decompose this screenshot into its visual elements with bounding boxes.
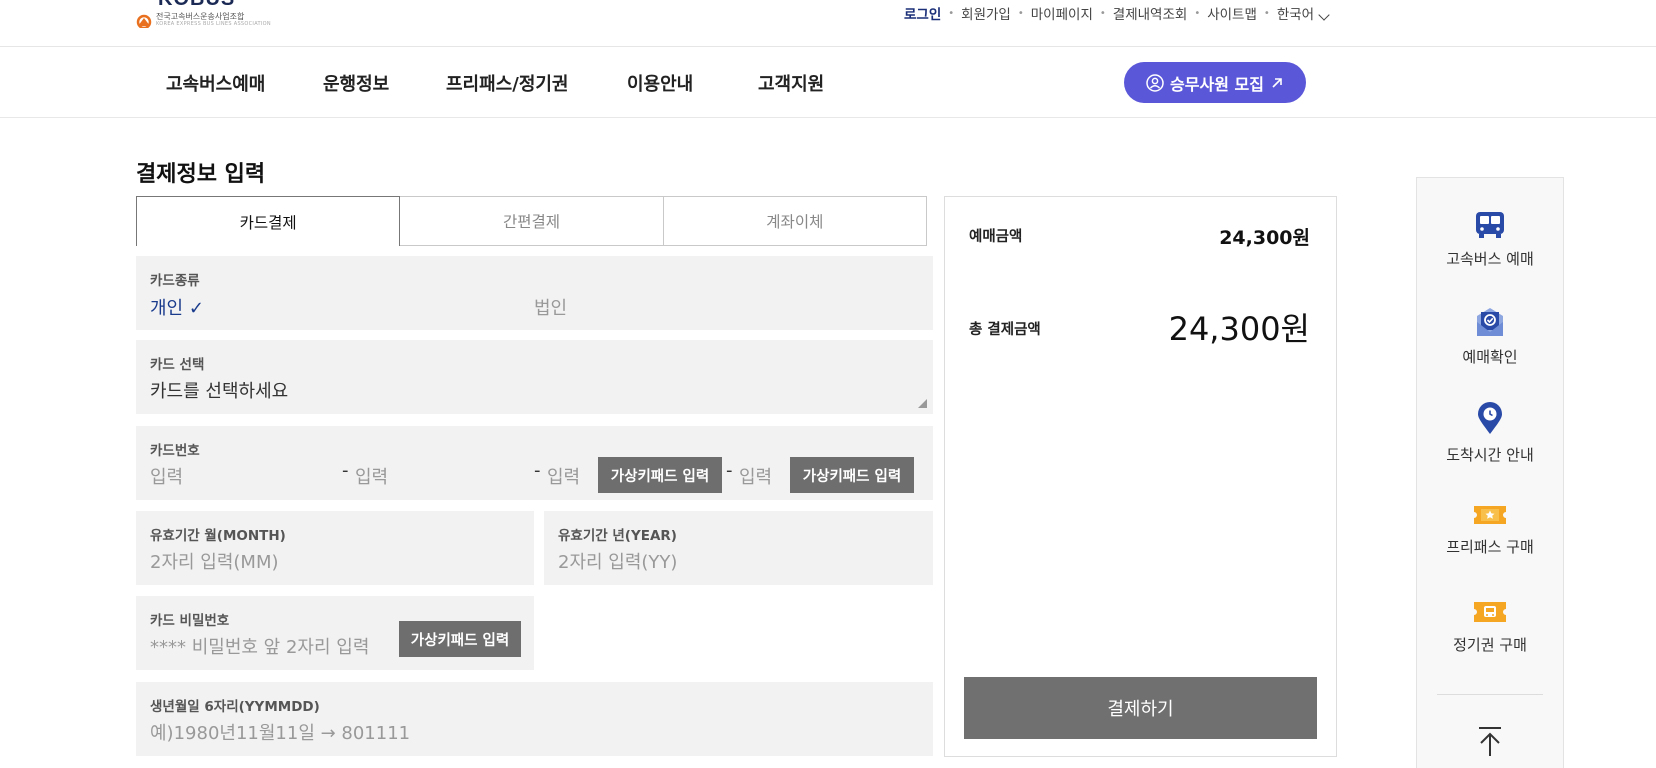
payment-history-link[interactable]: 결제내역조회 <box>1113 3 1188 23</box>
nav-item-usage-guide[interactable]: 이용안내 <box>627 70 693 96</box>
card-number-input-3[interactable]: 입력 <box>547 463 580 489</box>
birth-date-input[interactable]: 예)1980년11월11일 → 801111 <box>150 719 410 745</box>
util-separator: • <box>1194 7 1201 19</box>
page-title: 결제정보 입력 <box>136 162 266 187</box>
arrow-up-right-icon <box>1272 77 1282 88</box>
card-number-dash: - <box>534 460 541 481</box>
util-separator: • <box>1263 7 1270 19</box>
util-separator: • <box>1017 7 1024 19</box>
freepass-icon <box>1474 506 1506 524</box>
ticket-amount-label: 예매금액 <box>969 229 1023 245</box>
card-number-label: 카드번호 <box>150 443 200 459</box>
card-number-dash: - <box>342 460 349 481</box>
virtual-keypad-button-3[interactable]: 가상키패드 입력 <box>598 457 722 493</box>
language-label: 한국어 <box>1276 7 1315 23</box>
quick-menu: 고속버스 예매 예매확인 도착시간 안내 프리패스 구매 정기권 구매 <box>1416 177 1564 768</box>
personal-label: 개인 <box>150 298 184 319</box>
ticket-amount-value: 24,300원 <box>1219 227 1310 249</box>
language-selector[interactable]: 한국어 <box>1276 3 1330 23</box>
quick-label: 고속버스 예매 <box>1446 250 1534 268</box>
tab-card-payment[interactable]: 카드결제 <box>136 196 401 246</box>
sitemap-link[interactable]: 사이트맵 <box>1207 3 1257 23</box>
quick-label: 예매확인 <box>1462 348 1518 366</box>
quick-label: 프리패스 구매 <box>1446 538 1534 556</box>
card-number-input-2[interactable]: 입력 <box>355 463 388 489</box>
payment-method-tabs: 카드결제 간편결제 계좌이체 <box>136 196 927 246</box>
nav-item-freepass[interactable]: 프리패스/정기권 <box>446 70 569 96</box>
pay-button[interactable]: 결제하기 <box>964 677 1317 739</box>
main-nav: 고속버스예매 운행정보 프리패스/정기권 이용안내 고객지원 승무사원 모집 <box>0 47 1656 118</box>
card-type-personal-option[interactable]: 개인 ✓ <box>150 294 204 320</box>
card-type-field: 카드종류 개인 ✓ 법인 <box>136 256 933 330</box>
util-separator: • <box>1099 7 1106 19</box>
exp-month-input[interactable]: 2자리 입력(MM) <box>150 548 279 574</box>
kobus-logo[interactable]: KOBUS 전국고속버스운송사업조합 KOREA EXPRESS BUS LIN… <box>136 0 271 34</box>
util-separator: • <box>948 7 955 19</box>
card-select-value: 카드를 선택하세요 <box>150 381 289 402</box>
birth-date-label: 생년월일 6자리(YYMMDD) <box>150 699 320 715</box>
quick-item-season-ticket[interactable]: 정기권 구매 <box>1417 598 1563 655</box>
check-icon: ✓ <box>188 298 204 319</box>
nav-item-customer-support[interactable]: 고객지원 <box>758 70 824 96</box>
card-number-input-1[interactable]: 입력 <box>150 463 183 489</box>
top-utility-bar: KOBUS 전국고속버스운송사업조합 KOREA EXPRESS BUS LIN… <box>0 0 1656 47</box>
mypage-link[interactable]: 마이페이지 <box>1031 3 1093 23</box>
card-select-dropdown[interactable]: 카드 선택 카드를 선택하세요 <box>136 340 933 414</box>
virtual-keypad-button-4[interactable]: 가상키패드 입력 <box>790 457 914 493</box>
exp-year-label: 유효기간 년(YEAR) <box>558 528 677 544</box>
logo-subtitle-en: KOREA EXPRESS BUS LINES ASSOCIATION <box>156 21 271 27</box>
signup-link[interactable]: 회원가입 <box>961 3 1011 23</box>
recruit-label: 승무사원 모집 <box>1170 74 1264 94</box>
quick-divider <box>1437 694 1543 695</box>
payment-summary-panel: 예매금액 24,300원 총 결제금액 24,300원 결제하기 <box>944 196 1337 757</box>
card-password-label: 카드 비밀번호 <box>150 613 230 629</box>
dropdown-corner-icon <box>918 399 927 408</box>
birth-date-field: 생년월일 6자리(YYMMDD) 예)1980년11월11일 → 801111 <box>136 682 933 756</box>
quick-item-arrival-time[interactable]: 도착시간 안내 <box>1417 402 1563 465</box>
ticket-check-icon <box>1477 308 1503 336</box>
recruit-button[interactable]: 승무사원 모집 <box>1124 62 1306 103</box>
tab-account-transfer[interactable]: 계좌이체 <box>663 196 927 246</box>
quick-item-bus-reservation[interactable]: 고속버스 예매 <box>1417 210 1563 269</box>
login-link[interactable]: 로그인 <box>904 3 941 23</box>
virtual-keypad-button-password[interactable]: 가상키패드 입력 <box>399 621 521 657</box>
quick-item-freepass[interactable]: 프리패스 구매 <box>1417 502 1563 557</box>
card-type-label: 카드종류 <box>150 273 200 289</box>
total-amount-value: 24,300원 <box>1168 310 1310 348</box>
card-select-label: 카드 선택 <box>150 357 205 373</box>
logo-text: KOBUS <box>158 0 235 11</box>
arrow-up-top-icon[interactable] <box>1473 724 1507 758</box>
person-circle-icon <box>1146 73 1164 92</box>
tab-easy-payment[interactable]: 간편결제 <box>400 196 664 246</box>
quick-label: 정기권 구매 <box>1453 636 1527 654</box>
nav-item-bus-reservation[interactable]: 고속버스예매 <box>166 70 265 96</box>
bus-icon <box>1476 212 1504 238</box>
chevron-down-icon <box>1318 9 1330 21</box>
exp-month-label: 유효기간 월(MONTH) <box>150 528 286 544</box>
nav-item-operation-info[interactable]: 운행정보 <box>323 70 389 96</box>
total-amount-label: 총 결제금액 <box>969 322 1041 338</box>
season-ticket-icon <box>1474 602 1506 622</box>
card-password-input[interactable]: **** 비밀번호 앞 2자리 입력 <box>150 633 369 659</box>
quick-item-reservation-check[interactable]: 예매확인 <box>1417 306 1563 367</box>
card-number-input-4[interactable]: 입력 <box>739 463 772 489</box>
exp-month-field: 유효기간 월(MONTH) 2자리 입력(MM) <box>136 511 534 585</box>
card-number-field: 카드번호 입력 - 입력 - 입력 가상키패드 입력 - 입력 가상키패드 입력 <box>136 426 933 500</box>
card-type-corporate-option[interactable]: 법인 <box>534 294 567 320</box>
exp-year-field: 유효기간 년(YEAR) 2자리 입력(YY) <box>544 511 933 585</box>
logo-mark-icon <box>136 14 152 28</box>
card-password-field: 카드 비밀번호 **** 비밀번호 앞 2자리 입력 가상키패드 입력 <box>136 596 534 670</box>
exp-year-input[interactable]: 2자리 입력(YY) <box>558 548 677 574</box>
card-number-dash: - <box>726 460 733 481</box>
utility-nav: 로그인 • 회원가입 • 마이페이지 • 결제내역조회 • 사이트맵 • 한국어 <box>904 3 1656 23</box>
location-clock-icon <box>1478 402 1502 434</box>
quick-label: 도착시간 안내 <box>1446 446 1534 464</box>
